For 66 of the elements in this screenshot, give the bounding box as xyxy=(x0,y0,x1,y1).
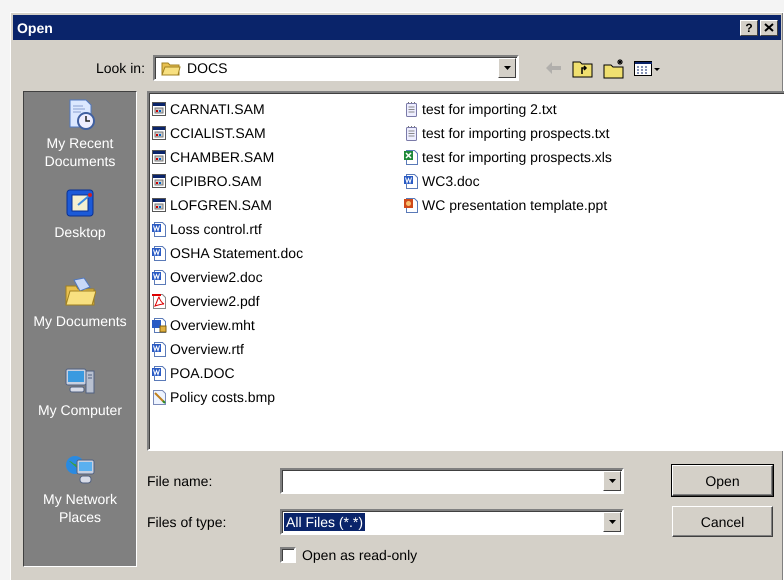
places-item[interactable]: My Documents xyxy=(24,276,136,365)
window-file-icon xyxy=(151,149,167,165)
file-item[interactable]: Overview.mht xyxy=(169,317,256,333)
read-only-checkbox[interactable] xyxy=(280,547,296,563)
places-item[interactable]: My Computer xyxy=(24,365,136,454)
file-item[interactable]: Overview.rtf xyxy=(169,341,245,357)
file-item[interactable]: Policy costs.bmp xyxy=(169,389,276,405)
spreadsheet-file-icon xyxy=(403,149,419,165)
cancel-button[interactable]: Cancel xyxy=(672,506,773,537)
file-item[interactable]: CHAMBER.SAM xyxy=(169,149,276,165)
help-button[interactable]: ? xyxy=(740,20,758,36)
close-icon xyxy=(764,23,774,32)
word-document-icon xyxy=(151,245,167,261)
file-item[interactable]: OSHA Statement.doc xyxy=(169,245,304,261)
window-file-icon xyxy=(151,197,167,213)
notepad-file-icon xyxy=(403,101,419,117)
file-item[interactable]: Overview2.pdf xyxy=(169,293,260,309)
places-item[interactable]: My Network Places xyxy=(24,454,136,546)
word-document-icon xyxy=(151,269,167,285)
file-item[interactable]: LOFGREN.SAM xyxy=(169,197,273,213)
desktop-pen-icon xyxy=(64,187,96,219)
folder-name: DOCS xyxy=(187,60,228,76)
word-document-icon xyxy=(151,365,167,381)
file-item[interactable]: CCIALIST.SAM xyxy=(169,125,267,141)
file-name-field[interactable] xyxy=(280,468,624,494)
window-file-icon xyxy=(151,173,167,189)
files-of-type-label: Files of type: xyxy=(147,514,228,530)
file-item[interactable]: Loss control.rtf xyxy=(169,221,263,237)
file-item[interactable]: Overview2.doc xyxy=(169,269,264,285)
web-archive-icon xyxy=(151,317,167,333)
notepad-file-icon xyxy=(403,125,419,141)
files-of-type-dropdown[interactable]: All Files (*.*) xyxy=(280,508,624,534)
file-item[interactable]: WC presentation template.ppt xyxy=(421,197,608,213)
dropdown-arrow-icon[interactable] xyxy=(608,478,616,482)
read-only-label: Open as read-only xyxy=(302,547,418,563)
word-document-icon xyxy=(151,341,167,357)
folder-icon xyxy=(161,60,181,76)
file-item[interactable]: CARNATI.SAM xyxy=(169,101,266,117)
file-item[interactable]: CIPIBRO.SAM xyxy=(169,173,263,189)
open-button[interactable]: Open xyxy=(672,465,773,496)
window-file-icon xyxy=(151,125,167,141)
places-item[interactable]: Desktop xyxy=(24,187,136,276)
view-menu-icon[interactable] xyxy=(634,59,660,77)
pdf-document-icon xyxy=(151,293,167,309)
file-item[interactable]: test for importing prospects.txt xyxy=(421,125,611,141)
dropdown-arrow-icon[interactable] xyxy=(504,66,510,70)
file-item[interactable]: POA.DOC xyxy=(169,365,236,381)
paint-brush-file-icon xyxy=(151,389,167,405)
presentation-file-icon xyxy=(403,197,419,213)
new-folder-icon[interactable] xyxy=(603,58,624,78)
folder-documents-icon xyxy=(64,276,96,308)
close-button[interactable] xyxy=(760,20,778,36)
file-item[interactable]: WC3.doc xyxy=(421,173,481,189)
look-in-label: Look in: xyxy=(94,60,146,76)
globe-computer-icon xyxy=(64,454,96,486)
file-item[interactable]: test for importing 2.txt xyxy=(421,101,558,117)
look-in-dropdown[interactable]: DOCS xyxy=(153,55,519,81)
dropdown-arrow-icon[interactable] xyxy=(608,520,616,524)
file-name-label: File name: xyxy=(147,472,214,488)
window-title: Open xyxy=(17,20,54,36)
word-document-icon xyxy=(151,221,167,237)
word-document-icon xyxy=(403,173,419,189)
places-item[interactable]: My Recent Documents xyxy=(24,98,136,187)
window-file-icon xyxy=(151,101,167,117)
file-item[interactable]: test for importing prospects.xls xyxy=(421,149,613,165)
file-type-value: All Files (*.*) xyxy=(284,512,366,530)
